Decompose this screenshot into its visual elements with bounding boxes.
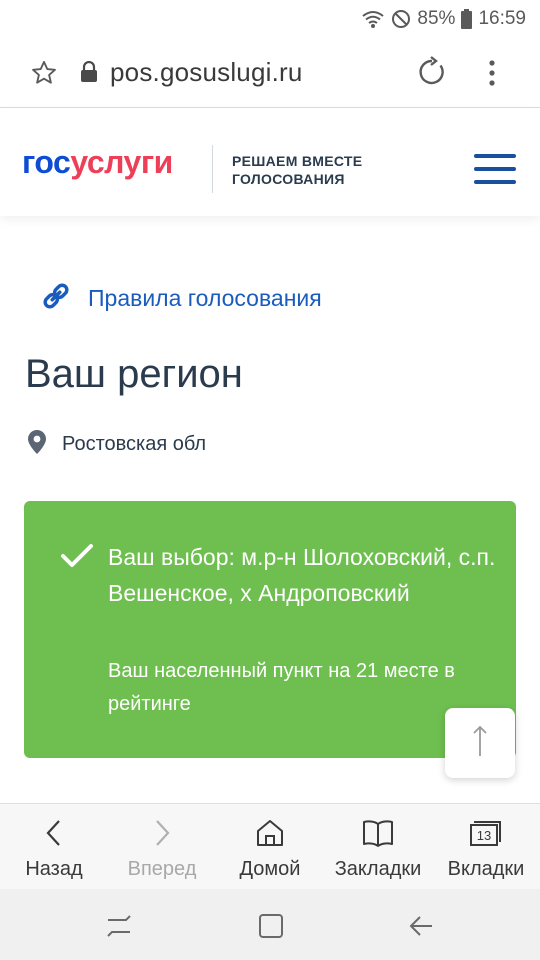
voting-rules-link[interactable]: Правила голосования — [40, 280, 322, 317]
nav-forward[interactable]: Вперед — [108, 804, 216, 889]
choice-card: Ваш выбор: м.р-н Шолоховский, с.п. Вешен… — [24, 501, 516, 758]
tabs-count: 13 — [477, 828, 491, 843]
nav-bookmarks-label: Закладки — [334, 858, 422, 880]
do-not-disturb-icon — [391, 9, 411, 29]
home-button-icon[interactable] — [258, 913, 284, 944]
reload-icon[interactable] — [416, 56, 448, 93]
site-tagline: РЕШАЕМ ВМЕСТЕ ГОЛОСОВАНИЯ — [232, 152, 362, 188]
chevron-left-icon — [44, 816, 64, 850]
browser-bottom-nav: Назад Вперед Домой Закладки 13 Вкладки — [0, 803, 540, 889]
nav-tabs[interactable]: 13 Вкладки — [432, 804, 540, 889]
nav-back-label: Назад — [25, 858, 83, 880]
recent-apps-icon[interactable] — [106, 915, 132, 942]
home-icon — [255, 816, 285, 850]
nav-back[interactable]: Назад — [0, 804, 108, 889]
location-pin-icon — [28, 430, 46, 459]
link-icon — [40, 280, 72, 317]
page-title: Ваш регион — [25, 352, 243, 396]
scroll-to-top-button[interactable] — [445, 708, 515, 778]
url-field[interactable]: pos.gosuslugi.ru — [110, 57, 303, 88]
gosuslugi-logo[interactable]: госуслуги — [22, 144, 173, 181]
voting-rules-text: Правила голосования — [88, 285, 322, 311]
logo-divider — [212, 145, 213, 193]
nav-forward-label: Вперед — [127, 858, 197, 880]
lock-icon — [80, 60, 98, 88]
wifi-icon — [361, 9, 385, 29]
region-row: Ростовская обл — [28, 430, 206, 459]
choice-text: Ваш выбор: м.р-н Шолоховский, с.п. Вешен… — [108, 544, 496, 606]
arrow-up-icon — [470, 724, 490, 763]
clock: 16:59 — [478, 8, 526, 29]
site-header: госуслуги РЕШАЕМ ВМЕСТЕ ГОЛОСОВАНИЯ — [0, 108, 540, 216]
nav-home-label: Домой — [239, 858, 301, 880]
battery-percent: 85% — [417, 8, 456, 29]
battery-icon — [461, 9, 473, 29]
more-vert-icon[interactable] — [484, 58, 500, 93]
back-arrow-icon[interactable] — [408, 913, 434, 944]
logo-part-gos: гос — [22, 144, 71, 180]
tabs-icon: 13 — [469, 816, 503, 850]
tagline-line-2: ГОЛОСОВАНИЯ — [232, 171, 345, 187]
tagline-line-1: РЕШАЕМ ВМЕСТЕ — [232, 153, 363, 169]
status-bar: 85% 16:59 — [0, 0, 540, 38]
checkmark-icon — [60, 543, 94, 574]
nav-home[interactable]: Домой — [216, 804, 324, 889]
star-icon[interactable] — [30, 59, 58, 92]
system-nav-bar — [0, 889, 540, 960]
bookmarks-book-icon — [362, 816, 394, 850]
region-name: Ростовская обл — [62, 433, 207, 455]
chevron-right-icon — [152, 816, 172, 850]
rating-text: Ваш населенный пункт на 21 месте в рейти… — [108, 660, 455, 715]
address-bar: pos.gosuslugi.ru — [0, 38, 540, 108]
logo-part-uslugi: услуги — [70, 144, 173, 180]
hamburger-menu-icon[interactable] — [474, 154, 516, 186]
nav-bookmarks[interactable]: Закладки — [324, 804, 432, 889]
nav-tabs-label: Вкладки — [447, 858, 525, 880]
